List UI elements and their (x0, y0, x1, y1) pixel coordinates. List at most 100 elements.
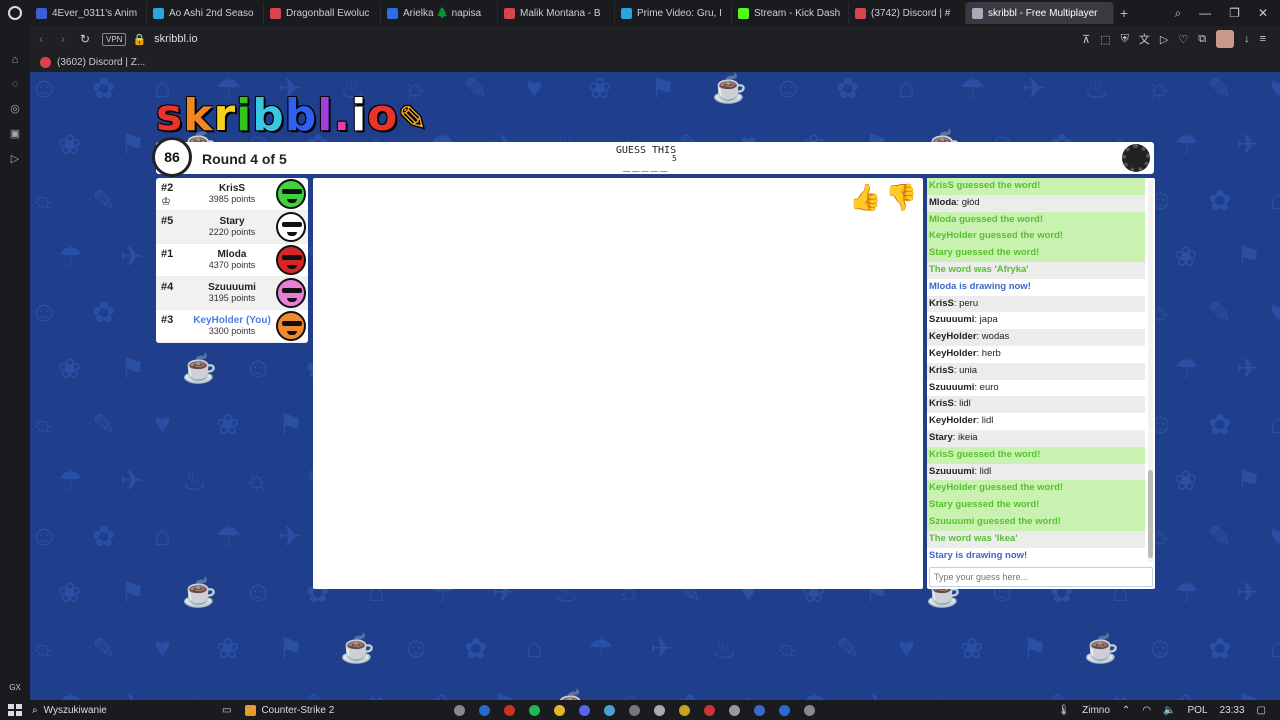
doodle-icon: ✎ (306, 688, 329, 700)
bookmark-discord[interactable]: (3602) Discord | Z... (57, 57, 145, 68)
app-icon[interactable] (804, 704, 816, 716)
chat-scrollbar[interactable] (1148, 180, 1153, 562)
snapshot-icon[interactable]: ⬚ (1100, 33, 1110, 46)
doodle-icon: ❀ (216, 633, 240, 664)
thumbs-down-icon[interactable]: 👎 (885, 182, 917, 213)
opera-menu-icon[interactable] (0, 0, 30, 26)
app-icon[interactable] (729, 704, 741, 716)
thumbs-up-icon[interactable]: 👍 (849, 182, 881, 213)
doodle-icon: ✿ (1208, 185, 1232, 216)
player-points: 3985 points (208, 194, 256, 204)
browser-tab[interactable]: (3742) Discord | # (849, 2, 966, 24)
chat-message: KrisS guessed the word! (927, 446, 1145, 464)
task-view-icon[interactable]: ▭ (222, 705, 231, 716)
forward-icon[interactable]: › (52, 32, 74, 46)
opera-icon[interactable] (504, 704, 516, 716)
heart-icon[interactable]: ♡ (1178, 33, 1188, 46)
tab-bar: 4Ever_0311's Anim Ao Ashi 2nd Seaso Dragon… (0, 0, 1280, 26)
reload-icon[interactable]: ↻ (74, 32, 96, 46)
language-indicator[interactable]: POL (1188, 705, 1208, 716)
player-row[interactable]: #4 Szuuuumi 3195 points (156, 277, 308, 310)
clock[interactable]: 23:33 (1220, 705, 1245, 716)
minimize-icon[interactable]: — (1199, 6, 1211, 21)
doodle-icon: ☕ (182, 577, 217, 608)
spotify-icon[interactable] (529, 704, 541, 716)
doodle-icon: ☺ (774, 72, 803, 103)
browser-tab[interactable]: 4Ever_0311's Anim (30, 2, 147, 24)
doodle-icon: ☺ (30, 296, 59, 327)
shield-icon[interactable]: ⛨ (1121, 33, 1129, 46)
taskbar-search[interactable]: ⌕ Wyszukiwanie (32, 705, 222, 716)
maximize-icon[interactable]: ❐ (1229, 6, 1240, 21)
browser-tab[interactable]: Ao Ashi 2nd Seaso (147, 2, 264, 24)
tab-label: skribbl - Free Multiplayer (988, 7, 1098, 19)
app-icon[interactable] (604, 704, 616, 716)
volume-icon[interactable]: 🔈 (1163, 705, 1175, 716)
windows-start-icon[interactable] (8, 704, 22, 716)
windows-taskbar: ⌕ Wyszukiwanie ▭ Counter-Strike 2 🌡 Zimno… (0, 700, 1280, 720)
profile-avatar[interactable] (1216, 30, 1235, 48)
player-icon[interactable]: ▷ (11, 152, 19, 165)
weather-label[interactable]: Zimno (1082, 705, 1110, 716)
discord-icon[interactable] (579, 704, 591, 716)
app-icon[interactable] (629, 704, 641, 716)
app-icon[interactable] (754, 704, 766, 716)
browser-tab[interactable]: Malik Montana - B (498, 2, 615, 24)
steam-icon[interactable] (479, 704, 491, 716)
search-icon[interactable]: ⌕ (1174, 6, 1181, 21)
player-row[interactable]: #3 KeyHolder (You) 3300 points (156, 310, 308, 343)
folder-icon[interactable] (554, 704, 566, 716)
browser-tab[interactable]: skribbl - Free Multiplayer (966, 2, 1114, 24)
app-icon[interactable] (454, 704, 466, 716)
home-icon[interactable]: ⌂ (12, 54, 19, 66)
tab-label: Stream - Kick Dash (754, 7, 841, 19)
doodle-icon: ⚑ (120, 353, 146, 384)
app-icon[interactable] (679, 704, 691, 716)
browser-tab[interactable]: Dragonball Ewoluc (264, 2, 381, 24)
app-icon[interactable] (704, 704, 716, 716)
player-row[interactable]: #2 ♔ KrisS 3985 points (156, 178, 308, 211)
chat-user: KeyHolder (929, 415, 977, 427)
doodle-icon: ❀ (58, 129, 82, 160)
download-icon[interactable]: ↓ (1244, 33, 1250, 45)
doodle-icon: ☕ (554, 688, 589, 700)
player-row[interactable]: #1 Mloda 4370 points (156, 244, 308, 277)
translate-icon[interactable]: 文 (1139, 31, 1150, 47)
doodle-icon: ☺ (616, 688, 645, 700)
vpn-badge[interactable]: VPN (102, 32, 127, 46)
weather-icon[interactable]: 🌡 (1057, 705, 1070, 716)
pin-icon[interactable]: ⊼ (1082, 33, 1090, 46)
taskbar-app-cs2[interactable]: Counter-Strike 2 (245, 704, 334, 716)
new-tab-button[interactable]: + (1114, 5, 1134, 21)
chat-user: Szuuuumi (929, 465, 975, 477)
chat-message: KeyHolder guessed the word! (927, 480, 1145, 498)
drawing-canvas[interactable]: 👍 👎 (313, 178, 923, 589)
whatsapp-icon[interactable]: ◎ (10, 102, 20, 115)
guess-input[interactable] (929, 567, 1153, 587)
doodle-icon: ⌂ (740, 688, 757, 700)
play-icon[interactable]: ▷ (1160, 33, 1168, 46)
player-row[interactable]: #5 Stary 2220 points (156, 211, 308, 244)
app-icon[interactable]: ▣ (10, 127, 20, 140)
doodle-icon: ☕ (712, 73, 747, 104)
chevron-up-icon[interactable]: ⌃ (1122, 705, 1130, 716)
notification-icon[interactable]: ▢ (1257, 705, 1266, 716)
tab-label: (3742) Discord | # (871, 7, 951, 19)
doodle-icon: ✈ (650, 633, 674, 664)
browser-tab[interactable]: Prime Video: Gru, I (615, 2, 732, 24)
url-field[interactable]: skribbl.io (154, 33, 197, 45)
browser-tab[interactable]: Arielka 🌲 napisa (381, 2, 498, 24)
menu-icon[interactable]: ≡ (1260, 33, 1266, 45)
steam-icon[interactable] (779, 704, 791, 716)
browser-tab[interactable]: Stream - Kick Dash (732, 2, 849, 24)
player-rank: #2 (161, 182, 174, 194)
doodle-icon: ♥ (898, 632, 915, 663)
messenger-icon[interactable]: ◌ (12, 78, 19, 90)
extensions-icon[interactable]: ⧉ (1198, 33, 1206, 46)
lock-icon[interactable]: 🔒 (132, 33, 146, 46)
app-icon[interactable] (654, 704, 666, 716)
close-icon[interactable]: ✕ (1258, 6, 1268, 21)
settings-gear-icon[interactable] (1122, 144, 1150, 172)
wifi-icon[interactable]: ◠ (1142, 705, 1151, 716)
back-icon[interactable]: ‹ (30, 32, 52, 46)
